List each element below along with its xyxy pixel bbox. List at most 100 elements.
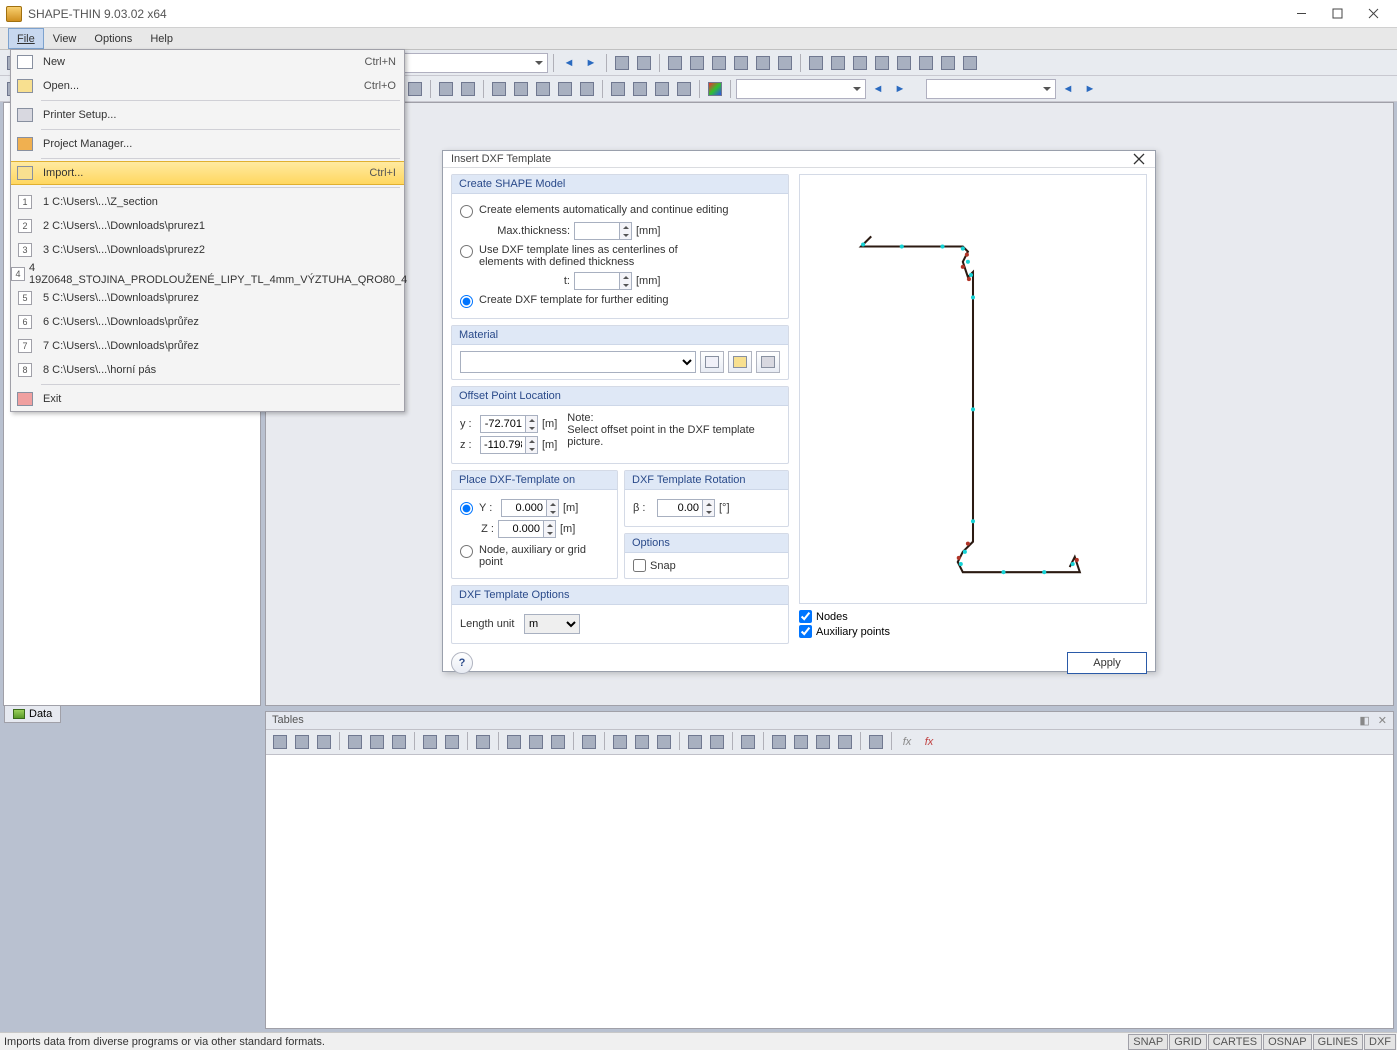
tool-icon[interactable]	[632, 732, 652, 752]
tool-icon[interactable]	[533, 79, 553, 99]
tool-icon[interactable]	[442, 732, 462, 752]
toolbar-combo[interactable]	[736, 79, 866, 99]
menu-recent-5[interactable]: 55 C:\Users\...\Downloads\prurez	[11, 286, 404, 310]
spinner-arrows[interactable]	[547, 499, 559, 517]
tool-icon[interactable]	[806, 53, 826, 73]
nav-right-icon[interactable]: ►	[1080, 79, 1100, 99]
fx-clear-icon[interactable]: fx	[919, 732, 939, 752]
navigator-tab-data[interactable]: Data	[4, 705, 61, 723]
tool-icon[interactable]	[916, 53, 936, 73]
tool-icon[interactable]	[866, 732, 886, 752]
snap-checkbox[interactable]	[633, 559, 646, 572]
menu-help[interactable]: Help	[141, 28, 182, 49]
minimize-button[interactable]	[1283, 3, 1319, 25]
tool-icon[interactable]	[894, 53, 914, 73]
spinner-arrows[interactable]	[526, 436, 538, 454]
material-library-button[interactable]	[700, 351, 724, 373]
menu-recent-1[interactable]: 11 C:\Users\...\Z_section	[11, 190, 404, 214]
nodes-checkbox[interactable]	[799, 610, 812, 623]
menu-recent-3[interactable]: 33 C:\Users\...\Downloads\prurez2	[11, 238, 404, 262]
menu-recent-8[interactable]: 88 C:\Users\...\horní pás	[11, 358, 404, 382]
menu-exit[interactable]: Exit	[11, 387, 404, 411]
aux-points-checkbox[interactable]	[799, 625, 812, 638]
offset-z-input[interactable]	[480, 436, 526, 454]
tool-icon[interactable]	[738, 732, 758, 752]
help-button[interactable]: ?	[451, 652, 473, 674]
tool-icon[interactable]	[270, 732, 290, 752]
close-button[interactable]	[1355, 3, 1391, 25]
tool-icon[interactable]	[489, 79, 509, 99]
menu-recent-6[interactable]: 66 C:\Users\...\Downloads\průřez	[11, 310, 404, 334]
tool-icon[interactable]	[511, 79, 531, 99]
maximize-button[interactable]	[1319, 3, 1355, 25]
tool-icon[interactable]	[608, 79, 628, 99]
tool-icon[interactable]	[436, 79, 456, 99]
tool-icon[interactable]	[731, 53, 751, 73]
radio-use-centerlines[interactable]	[460, 245, 473, 258]
spinner-arrows[interactable]	[526, 415, 538, 433]
tool-icon[interactable]	[938, 53, 958, 73]
tool-icon[interactable]	[504, 732, 524, 752]
tool-icon[interactable]	[705, 79, 725, 99]
tool-icon[interactable]	[612, 53, 632, 73]
tool-icon[interactable]	[367, 732, 387, 752]
material-edit-button[interactable]	[756, 351, 780, 373]
menu-options[interactable]: Options	[85, 28, 141, 49]
panel-close-icon[interactable]: ✕	[1378, 714, 1387, 727]
dialog-close-button[interactable]	[1131, 151, 1147, 167]
tool-icon[interactable]	[665, 53, 685, 73]
tool-icon[interactable]	[610, 732, 630, 752]
tool-icon[interactable]	[685, 732, 705, 752]
radio-further-editing[interactable]	[460, 295, 473, 308]
menu-recent-4[interactable]: 44 19Z0648_STOJINA_PRODLOUŽENÉ_LIPY_TL_4…	[11, 262, 404, 286]
menu-import[interactable]: Import... Ctrl+I	[11, 161, 404, 185]
menu-open[interactable]: Open... Ctrl+O	[11, 74, 404, 98]
max-thickness-input[interactable]	[574, 222, 620, 240]
status-glines[interactable]: GLINES	[1313, 1034, 1363, 1050]
status-dxf[interactable]: DXF	[1364, 1034, 1396, 1050]
tool-icon[interactable]	[314, 732, 334, 752]
material-select[interactable]	[460, 351, 696, 373]
tool-icon[interactable]	[828, 53, 848, 73]
spinner-arrows[interactable]	[620, 272, 632, 290]
tool-icon[interactable]	[579, 732, 599, 752]
tool-icon[interactable]	[634, 53, 654, 73]
tool-icon[interactable]	[674, 79, 694, 99]
menu-printer-setup[interactable]: Printer Setup...	[11, 103, 404, 127]
tool-icon[interactable]	[652, 79, 672, 99]
tool-icon[interactable]	[526, 732, 546, 752]
tool-icon[interactable]	[345, 732, 365, 752]
tool-icon[interactable]	[389, 732, 409, 752]
tool-icon[interactable]	[872, 53, 892, 73]
status-osnap[interactable]: OSNAP	[1263, 1034, 1312, 1050]
radio-place-y[interactable]	[460, 502, 473, 515]
tool-icon[interactable]	[850, 53, 870, 73]
tool-icon[interactable]	[707, 732, 727, 752]
menu-recent-7[interactable]: 77 C:\Users\...\Downloads\průřez	[11, 334, 404, 358]
dxf-preview[interactable]	[799, 174, 1147, 604]
nav-left-icon[interactable]: ◄	[868, 79, 888, 99]
tool-icon[interactable]	[577, 79, 597, 99]
spinner-arrows[interactable]	[703, 499, 715, 517]
panel-pin-icon[interactable]: ◧	[1359, 714, 1369, 727]
tool-icon[interactable]	[709, 53, 729, 73]
tool-icon[interactable]	[775, 53, 795, 73]
length-unit-select[interactable]: m	[524, 614, 580, 634]
tool-icon[interactable]	[555, 79, 575, 99]
place-z-input[interactable]	[498, 520, 544, 538]
nav-left-icon[interactable]: ◄	[1058, 79, 1078, 99]
tool-icon[interactable]	[687, 53, 707, 73]
tool-icon[interactable]	[791, 732, 811, 752]
material-pick-button[interactable]	[728, 351, 752, 373]
tool-icon[interactable]	[473, 732, 493, 752]
menu-project-manager[interactable]: Project Manager...	[11, 132, 404, 156]
tool-icon[interactable]	[630, 79, 650, 99]
tool-icon[interactable]	[405, 79, 425, 99]
tool-icon[interactable]	[753, 53, 773, 73]
place-y-input[interactable]	[501, 499, 547, 517]
apply-button[interactable]: Apply	[1067, 652, 1147, 674]
nav-right-icon[interactable]: ►	[581, 53, 601, 73]
rotation-input[interactable]	[657, 499, 703, 517]
tool-icon[interactable]	[960, 53, 980, 73]
radio-create-auto[interactable]	[460, 205, 473, 218]
